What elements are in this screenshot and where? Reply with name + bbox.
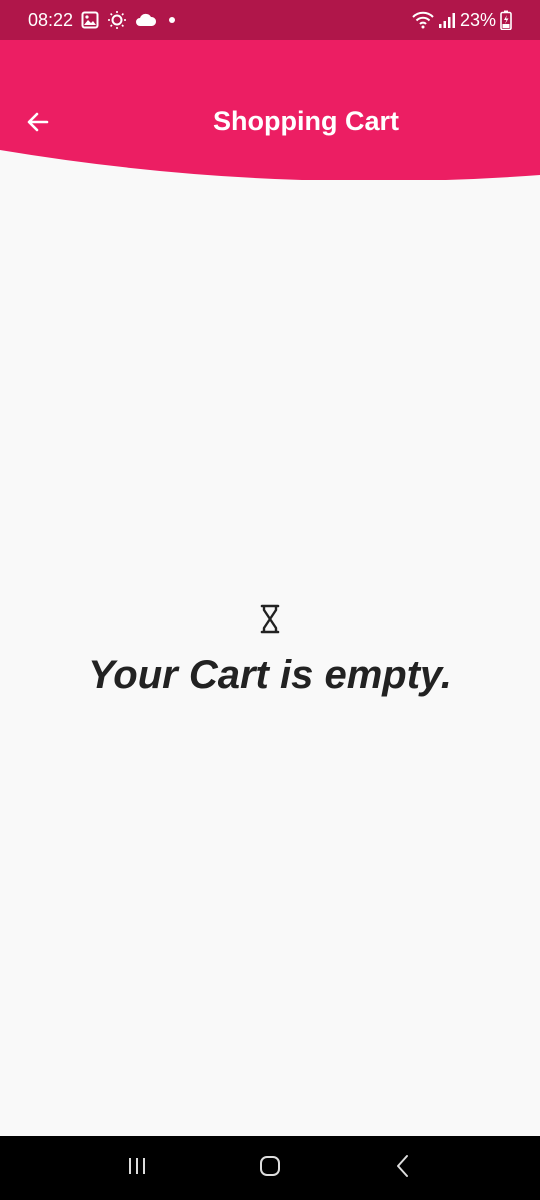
wifi-icon <box>412 11 434 29</box>
hourglass-icon <box>260 604 280 639</box>
recents-button[interactable] <box>107 1148 167 1188</box>
status-left: 08:22 <box>28 10 179 31</box>
app-bar: Shopping Cart <box>0 40 540 180</box>
status-right: 23% <box>412 10 512 31</box>
cloud-icon <box>135 12 157 28</box>
system-nav-bar <box>0 1136 540 1200</box>
sun-icon <box>107 10 127 30</box>
empty-cart-message: Your Cart is empty. <box>88 653 452 697</box>
empty-cart-state: Your Cart is empty. <box>0 604 540 698</box>
page-title: Shopping Cart <box>213 106 399 136</box>
back-chevron-icon <box>395 1154 411 1183</box>
gallery-icon <box>81 11 99 29</box>
status-time: 08:22 <box>28 9 74 30</box>
system-back-button[interactable] <box>373 1148 433 1188</box>
recents-icon <box>126 1156 148 1181</box>
battery-charging-icon <box>500 10 512 30</box>
status-bar: 08:22 23% <box>0 0 540 40</box>
battery-percentage: 23% <box>459 9 496 30</box>
signal-icon <box>438 11 456 29</box>
home-button[interactable] <box>240 1148 300 1188</box>
notification-dot-icon <box>165 13 179 27</box>
home-icon <box>258 1154 282 1183</box>
